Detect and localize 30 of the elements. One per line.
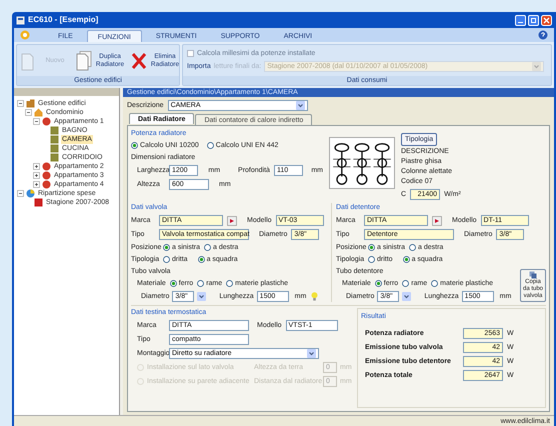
collapse-icon[interactable]: [33, 118, 40, 125]
expand-icon[interactable]: [33, 172, 40, 179]
collapse-icon[interactable]: [25, 109, 32, 116]
expand-icon[interactable]: [33, 181, 40, 188]
documents-icon: [76, 50, 92, 70]
sharing-icon: [26, 189, 35, 198]
checkbox[interactable]: [187, 50, 194, 57]
apartment-icon: [42, 117, 51, 126]
picker-button-icon[interactable]: [432, 216, 442, 226]
picker-button-icon[interactable]: [227, 216, 237, 226]
window-title: EC610 - [Esempio]: [28, 14, 98, 26]
help-icon[interactable]: [538, 30, 548, 40]
collapse-icon[interactable]: [17, 100, 24, 107]
app-icon: [16, 16, 25, 24]
dropdown-arrow-icon[interactable]: [296, 101, 305, 110]
radiator-drawing: [329, 137, 395, 189]
dropdown-arrow-icon[interactable]: [307, 349, 316, 358]
maximize-button[interactable]: [528, 14, 539, 26]
dropdown-arrow-icon[interactable]: [197, 292, 206, 301]
expand-icon[interactable]: [33, 163, 40, 170]
season-icon: [34, 198, 43, 207]
collapse-icon[interactable]: [17, 190, 24, 197]
close-button[interactable]: [541, 14, 552, 26]
lightbulb-icon[interactable]: [311, 292, 318, 301]
building-icon: [26, 99, 35, 108]
house-icon: [34, 108, 43, 117]
dropdown-arrow-icon[interactable]: [402, 292, 412, 301]
minimize-button[interactable]: [515, 14, 526, 26]
delete-icon: [131, 52, 147, 70]
copy-icon: [529, 271, 537, 279]
